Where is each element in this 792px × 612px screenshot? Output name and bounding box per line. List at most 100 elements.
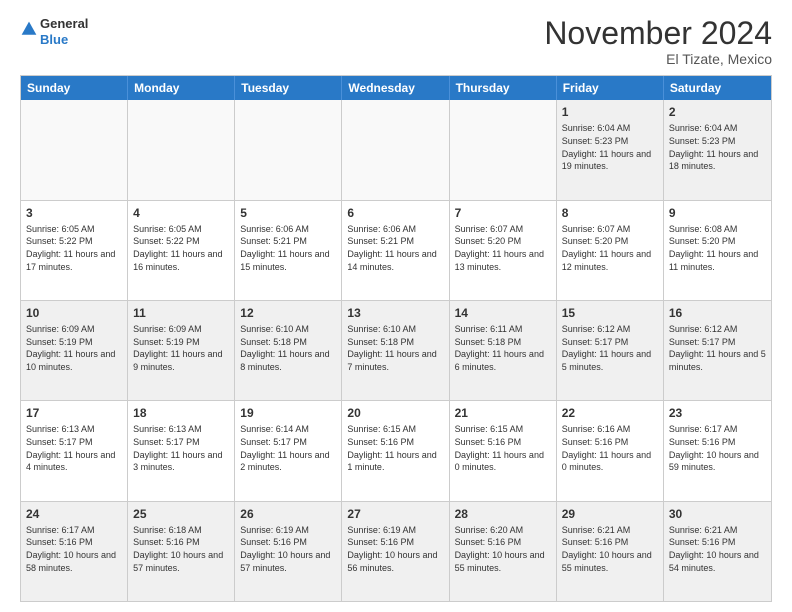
day-cell-29: 29 Sunrise: 6:21 AMSunset: 5:16 PMDayligh… [557, 502, 664, 601]
day-cell-14: 14 Sunrise: 6:11 AMSunset: 5:18 PMDayligh… [450, 301, 557, 400]
weekday-header-friday: Friday [557, 76, 664, 100]
day-cell-10: 10Sunrise: 6:09 AMSunset: 5:19 PMDayligh… [21, 301, 128, 400]
day-cell-28: 28 Sunrise: 6:20 AMSunset: 5:16 PMDayligh… [450, 502, 557, 601]
day-number: 26 [240, 506, 336, 522]
cell-info: Sunrise: 6:07 AMSunset: 5:20 PMDaylight:… [562, 223, 658, 273]
empty-cell [450, 100, 557, 199]
empty-cell [21, 100, 128, 199]
day-cell-11: 11Sunrise: 6:09 AMSunset: 5:19 PMDayligh… [128, 301, 235, 400]
day-cell-23: 23 Sunrise: 6:17 AMSunset: 5:16 PMDayligh… [664, 401, 771, 500]
cell-info: Sunrise: 6:19 AMSunset: 5:16 PMDaylight:… [347, 524, 443, 574]
calendar: SundayMondayTuesdayWednesdayThursdayFrid… [20, 75, 772, 602]
day-number: 23 [669, 405, 766, 421]
day-cell-25: 25 Sunrise: 6:18 AMSunset: 5:16 PMDayligh… [128, 502, 235, 601]
day-cell-24: 24Sunrise: 6:17 AMSunset: 5:16 PMDayligh… [21, 502, 128, 601]
logo-blue: Blue [40, 32, 88, 48]
day-cell-16: 16Sunrise: 6:12 AMSunset: 5:17 PMDayligh… [664, 301, 771, 400]
empty-cell [235, 100, 342, 199]
cell-info: Sunrise: 6:13 AMSunset: 5:17 PMDaylight:… [26, 423, 122, 473]
day-cell-15: 15 Sunrise: 6:12 AMSunset: 5:17 PMDayligh… [557, 301, 664, 400]
cell-info: Sunrise: 6:13 AMSunset: 5:17 PMDaylight:… [133, 423, 229, 473]
day-number: 30 [669, 506, 766, 522]
day-cell-20: 20Sunrise: 6:15 AMSunset: 5:16 PMDayligh… [342, 401, 449, 500]
calendar-row-2: 10Sunrise: 6:09 AMSunset: 5:19 PMDayligh… [21, 300, 771, 400]
logo-general: General [40, 16, 88, 32]
cell-info: Sunrise: 6:21 AMSunset: 5:16 PMDaylight:… [562, 524, 658, 574]
header: General Blue November 2024 El Tizate, Me… [20, 16, 772, 67]
day-cell-2: 2Sunrise: 6:04 AMSunset: 5:23 PMDaylight… [664, 100, 771, 199]
logo-icon [20, 20, 38, 38]
cell-info: Sunrise: 6:14 AMSunset: 5:17 PMDaylight:… [240, 423, 336, 473]
day-number: 6 [347, 205, 443, 221]
cell-info: Sunrise: 6:06 AMSunset: 5:21 PMDaylight:… [347, 223, 443, 273]
cell-info: Sunrise: 6:11 AMSunset: 5:18 PMDaylight:… [455, 323, 551, 373]
day-number: 1 [562, 104, 658, 120]
cell-info: Sunrise: 6:19 AMSunset: 5:16 PMDaylight:… [240, 524, 336, 574]
day-cell-4: 4Sunrise: 6:05 AMSunset: 5:22 PMDaylight… [128, 201, 235, 300]
day-number: 4 [133, 205, 229, 221]
title-block: November 2024 El Tizate, Mexico [544, 16, 772, 67]
cell-info: Sunrise: 6:06 AMSunset: 5:21 PMDaylight:… [240, 223, 336, 273]
weekday-header-wednesday: Wednesday [342, 76, 449, 100]
day-number: 28 [455, 506, 551, 522]
weekday-header-sunday: Sunday [21, 76, 128, 100]
cell-info: Sunrise: 6:09 AMSunset: 5:19 PMDaylight:… [26, 323, 122, 373]
day-cell-26: 26 Sunrise: 6:19 AMSunset: 5:16 PMDayligh… [235, 502, 342, 601]
cell-info: Sunrise: 6:17 AMSunset: 5:16 PMDaylight:… [669, 423, 766, 473]
day-number: 29 [562, 506, 658, 522]
day-number: 19 [240, 405, 336, 421]
cell-info: Sunrise: 6:04 AMSunset: 5:23 PMDaylight:… [562, 122, 658, 172]
calendar-row-1: 3 Sunrise: 6:05 AMSunset: 5:22 PMDaylight… [21, 200, 771, 300]
cell-info: Sunrise: 6:09 AMSunset: 5:19 PMDaylight:… [133, 323, 229, 373]
day-number: 12 [240, 305, 336, 321]
day-number: 9 [669, 205, 766, 221]
cell-info: Sunrise: 6:05 AMSunset: 5:22 PMDaylight:… [26, 223, 122, 273]
day-cell-22: 22Sunrise: 6:16 AMSunset: 5:16 PMDayligh… [557, 401, 664, 500]
day-number: 15 [562, 305, 658, 321]
empty-cell [342, 100, 449, 199]
calendar-header: SundayMondayTuesdayWednesdayThursdayFrid… [21, 76, 771, 100]
month-title: November 2024 [544, 16, 772, 51]
cell-info: Sunrise: 6:20 AMSunset: 5:16 PMDaylight:… [455, 524, 551, 574]
day-cell-27: 27Sunrise: 6:19 AMSunset: 5:16 PMDayligh… [342, 502, 449, 601]
cell-info: Sunrise: 6:18 AMSunset: 5:16 PMDaylight:… [133, 524, 229, 574]
cell-info: Sunrise: 6:12 AMSunset: 5:17 PMDaylight:… [562, 323, 658, 373]
calendar-row-0: 1 Sunrise: 6:04 AMSunset: 5:23 PMDaylight… [21, 100, 771, 199]
calendar-row-3: 17 Sunrise: 6:13 AMSunset: 5:17 PMDayligh… [21, 400, 771, 500]
day-number: 7 [455, 205, 551, 221]
logo: General Blue [20, 16, 88, 47]
day-cell-19: 19 Sunrise: 6:14 AMSunset: 5:17 PMDayligh… [235, 401, 342, 500]
day-cell-21: 21Sunrise: 6:15 AMSunset: 5:16 PMDayligh… [450, 401, 557, 500]
cell-info: Sunrise: 6:08 AMSunset: 5:20 PMDaylight:… [669, 223, 766, 273]
day-number: 8 [562, 205, 658, 221]
day-cell-18: 18 Sunrise: 6:13 AMSunset: 5:17 PMDayligh… [128, 401, 235, 500]
day-number: 16 [669, 305, 766, 321]
day-number: 17 [26, 405, 122, 421]
day-cell-17: 17 Sunrise: 6:13 AMSunset: 5:17 PMDayligh… [21, 401, 128, 500]
day-number: 25 [133, 506, 229, 522]
day-number: 14 [455, 305, 551, 321]
day-cell-7: 7 Sunrise: 6:07 AMSunset: 5:20 PMDaylight… [450, 201, 557, 300]
day-cell-9: 9 Sunrise: 6:08 AMSunset: 5:20 PMDaylight… [664, 201, 771, 300]
day-cell-5: 5 Sunrise: 6:06 AMSunset: 5:21 PMDaylight… [235, 201, 342, 300]
weekday-header-saturday: Saturday [664, 76, 771, 100]
cell-info: Sunrise: 6:21 AMSunset: 5:16 PMDaylight:… [669, 524, 766, 574]
day-number: 22 [562, 405, 658, 421]
calendar-row-4: 24Sunrise: 6:17 AMSunset: 5:16 PMDayligh… [21, 501, 771, 601]
page: General Blue November 2024 El Tizate, Me… [0, 0, 792, 612]
day-cell-30: 30 Sunrise: 6:21 AMSunset: 5:16 PMDayligh… [664, 502, 771, 601]
cell-info: Sunrise: 6:07 AMSunset: 5:20 PMDaylight:… [455, 223, 551, 273]
day-number: 13 [347, 305, 443, 321]
weekday-header-tuesday: Tuesday [235, 76, 342, 100]
day-number: 20 [347, 405, 443, 421]
day-number: 18 [133, 405, 229, 421]
day-cell-13: 13Sunrise: 6:10 AMSunset: 5:18 PMDayligh… [342, 301, 449, 400]
day-number: 3 [26, 205, 122, 221]
day-cell-1: 1 Sunrise: 6:04 AMSunset: 5:23 PMDaylight… [557, 100, 664, 199]
day-cell-8: 8 Sunrise: 6:07 AMSunset: 5:20 PMDaylight… [557, 201, 664, 300]
location: El Tizate, Mexico [544, 51, 772, 67]
calendar-body: 1 Sunrise: 6:04 AMSunset: 5:23 PMDaylight… [21, 100, 771, 601]
weekday-header-monday: Monday [128, 76, 235, 100]
cell-info: Sunrise: 6:15 AMSunset: 5:16 PMDaylight:… [455, 423, 551, 473]
day-number: 5 [240, 205, 336, 221]
